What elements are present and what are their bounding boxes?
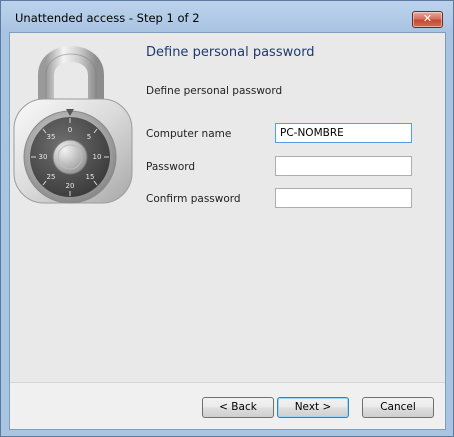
title-bar[interactable]: Unattended access - Step 1 of 2 ✕ — [1, 1, 453, 31]
wizard-content: 0 5 10 15 20 25 30 35 Define personal pa… — [10, 33, 445, 382]
computer-name-input[interactable] — [275, 123, 412, 143]
next-button[interactable]: Next > — [277, 397, 349, 418]
dial-number-5: 5 — [87, 133, 91, 141]
page-subtitle: Define personal password — [146, 85, 283, 97]
back-button[interactable]: < Back — [202, 397, 274, 418]
wizard-window: Unattended access - Step 1 of 2 ✕ 0 5 10… — [0, 0, 454, 437]
computer-name-label: Computer name — [146, 128, 232, 140]
password-label: Password — [146, 161, 196, 173]
dial-number-35: 35 — [47, 133, 56, 141]
close-button[interactable]: ✕ — [412, 11, 443, 28]
window-title: Unattended access - Step 1 of 2 — [15, 11, 200, 25]
dial-number-10: 10 — [93, 153, 102, 161]
padlock-icon: 0 5 10 15 20 25 30 35 — [13, 46, 133, 204]
dial-number-15: 15 — [86, 173, 95, 181]
page-title: Define personal password — [146, 45, 315, 60]
dialog-client-area: 0 5 10 15 20 25 30 35 Define personal pa… — [9, 32, 446, 430]
wizard-footer: < Back Next > Cancel — [10, 383, 445, 429]
dial-number-30: 30 — [39, 153, 48, 161]
dial-number-20: 20 — [66, 182, 75, 190]
password-input[interactable] — [275, 156, 412, 176]
confirm-password-label: Confirm password — [146, 193, 241, 205]
dial-number-0: 0 — [68, 126, 72, 134]
close-icon: ✕ — [422, 12, 433, 25]
dial-number-25: 25 — [47, 173, 56, 181]
padlock-illustration: 0 5 10 15 20 25 30 35 — [10, 37, 140, 217]
cancel-button[interactable]: Cancel — [362, 397, 434, 418]
confirm-password-input[interactable] — [275, 188, 412, 208]
